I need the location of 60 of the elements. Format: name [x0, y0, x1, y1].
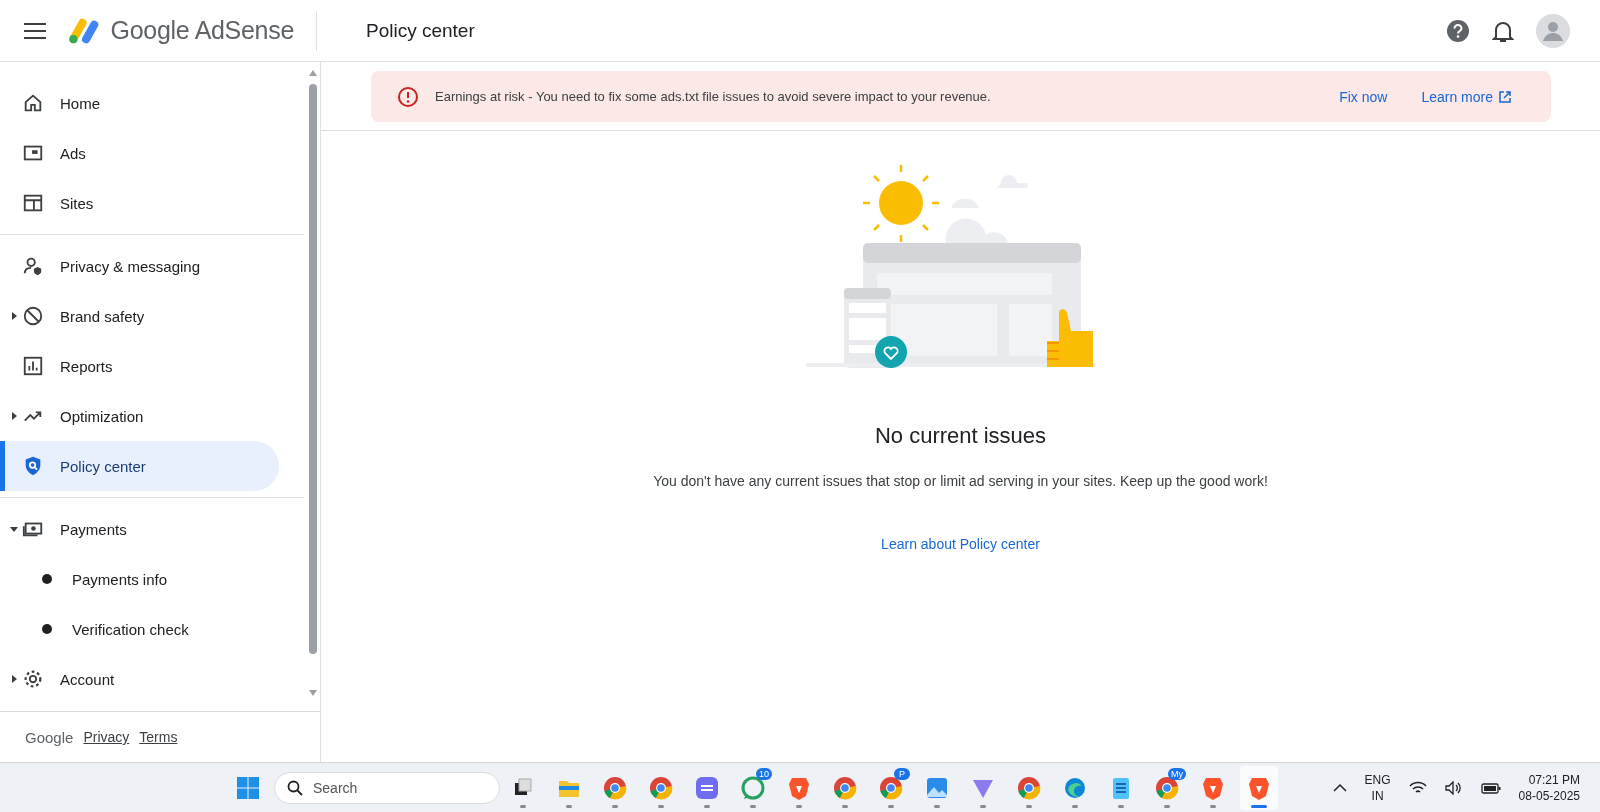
bullet-icon: [42, 624, 52, 634]
nav-item[interactable]: Sites: [0, 178, 279, 228]
logo-text: Google AdSense: [110, 16, 294, 45]
nav-item[interactable]: Policy center: [0, 441, 279, 491]
search-icon: [287, 779, 303, 796]
nav-item[interactable]: Brand safety: [0, 291, 279, 341]
google-wordmark: Google: [25, 728, 74, 746]
sub-nav-item[interactable]: Verification check: [0, 604, 279, 654]
taskbar-app[interactable]: My: [1148, 765, 1186, 810]
taskbar-app[interactable]: P: [872, 765, 910, 810]
warning-message: Earnings at risk - You need to fix some ads.txt file issues to avoid severe impact to your revenue.: [435, 89, 992, 104]
caret-icon[interactable]: [10, 525, 18, 533]
footer-link[interactable]: Terms: [139, 729, 178, 745]
learn-link[interactable]: Learn about Policy center: [881, 536, 1040, 552]
nav-item[interactable]: Reports: [0, 341, 279, 391]
nav-item[interactable]: Privacy & messaging: [0, 241, 279, 291]
footer-link[interactable]: Privacy: [83, 729, 130, 745]
banner-link[interactable]: Learn more: [1421, 88, 1511, 105]
notification-badge: 10: [756, 767, 772, 780]
nav-item[interactable]: Ads: [0, 128, 279, 178]
search-field[interactable]: Search: [274, 771, 500, 804]
chevron-up-icon[interactable]: [1332, 782, 1347, 793]
page-title: Policy center: [366, 19, 475, 42]
empty-state-title: No current issues: [874, 423, 1047, 449]
app-icon: [648, 774, 674, 801]
settings-icon: [22, 668, 44, 690]
app-icon: [1016, 774, 1042, 801]
external-link-icon: [1499, 90, 1511, 103]
block-icon: [22, 305, 44, 327]
avatar-icon[interactable]: [1536, 13, 1570, 48]
nav-item[interactable]: Payments: [0, 504, 279, 554]
wifi-icon[interactable]: [1408, 780, 1427, 795]
nav-item[interactable]: Optimization: [0, 391, 279, 441]
empty-state-message: You don't have any current issues that stop or limit ad serving in your sites. Keep up the good work!: [653, 473, 1268, 489]
sub-nav-item[interactable]: Payments info: [0, 554, 279, 604]
person-shield-icon: [22, 255, 44, 277]
app-icon: [694, 774, 720, 801]
nav-item[interactable]: Account: [0, 654, 279, 704]
taskbar-app[interactable]: 10: [734, 765, 772, 810]
windows-start-icon[interactable]: [236, 775, 260, 800]
app-icon: [832, 774, 858, 801]
help-icon[interactable]: [1446, 18, 1470, 43]
app-icon: [602, 774, 628, 801]
bar-chart-icon: [22, 355, 44, 377]
menu-icon[interactable]: [24, 22, 46, 39]
language-indicator[interactable]: ENG IN: [1364, 771, 1391, 804]
layout-icon: [22, 192, 44, 214]
clock[interactable]: 07:21 PM 08-05-2025: [1518, 771, 1580, 804]
notification-badge: My: [1168, 767, 1186, 780]
banner-link[interactable]: Fix now: [1339, 88, 1388, 105]
caret-icon[interactable]: [10, 412, 18, 420]
nav-item[interactable]: Home: [0, 78, 279, 128]
bullet-icon: [42, 574, 52, 584]
caret-icon[interactable]: [10, 675, 18, 683]
home-icon: [22, 92, 44, 114]
battery-icon[interactable]: [1480, 780, 1501, 795]
speaker-icon[interactable]: [1444, 780, 1463, 795]
notification-badge: P: [894, 767, 910, 780]
caret-icon[interactable]: [10, 312, 18, 320]
error-icon: [397, 85, 419, 108]
